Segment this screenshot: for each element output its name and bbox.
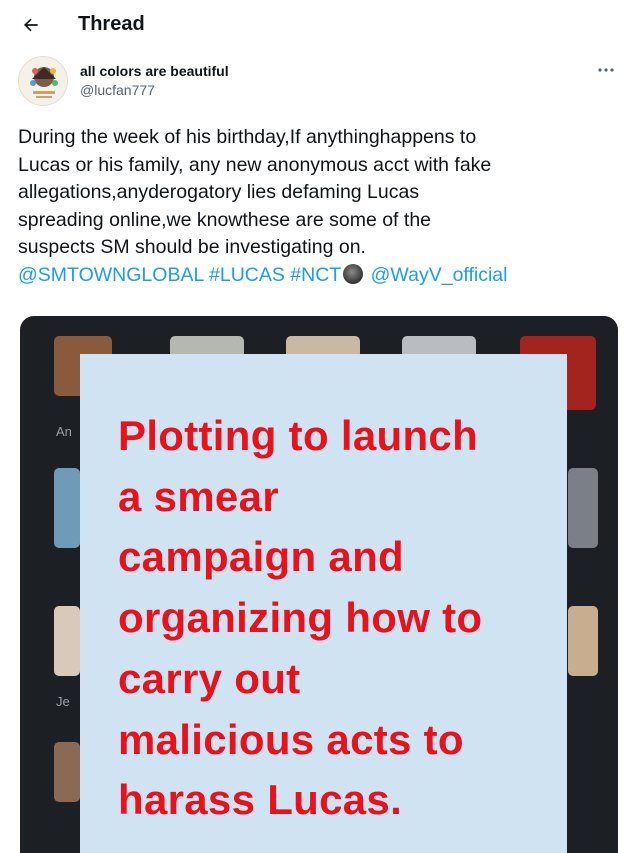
tweet-line: spreading online,we knowthese are some o… xyxy=(18,208,432,231)
hashtag-lucas[interactable]: #LUCAS xyxy=(209,264,285,286)
background-thumbnail xyxy=(54,606,80,676)
tweet-author: all colors are beautiful @lucfan777 xyxy=(18,56,622,110)
tweet-line: During the week of his birthday,If anyth… xyxy=(18,126,477,148)
avatar[interactable] xyxy=(18,56,68,106)
overlay-line: Plotting to launch xyxy=(118,412,479,459)
overlay-line: carry out xyxy=(118,654,301,702)
tweet-text: During the week of his birthday,If anyth… xyxy=(18,124,628,289)
tweet-tags-line: @SMTOWNGLOBAL #LUCAS #NCT @WayV_official xyxy=(18,262,628,290)
mention-smtownglobal[interactable]: @SMTOWNGLOBAL xyxy=(18,264,204,286)
overlay-text: Plotting to launch a smear campaign and … xyxy=(118,406,558,831)
overlay-line: malicious acts to xyxy=(118,715,464,763)
background-thumbnail xyxy=(54,742,80,802)
nct-emoji-icon xyxy=(343,263,364,284)
background-thumbnail xyxy=(54,468,80,548)
page-title: Thread xyxy=(78,13,145,35)
background-thumbnail xyxy=(568,606,598,676)
avatar-image xyxy=(19,57,67,105)
more-options-button[interactable] xyxy=(594,60,618,80)
overlay-line: organizing how to xyxy=(118,594,483,642)
author-display-name[interactable]: all colors are beautiful xyxy=(80,63,229,79)
side-label: An xyxy=(56,424,72,439)
tweet-media[interactable]: An Je Plotting to launch a smear campaig… xyxy=(20,316,618,853)
background-thumbnail xyxy=(568,468,598,548)
thread-header: Thread xyxy=(0,0,640,50)
overlay-line: harass Lucas. xyxy=(118,776,403,824)
side-label: Je xyxy=(56,694,70,709)
more-options-icon xyxy=(598,68,614,72)
back-arrow-icon xyxy=(24,18,38,32)
tweet-line: Lucas or his family, any new anonymous a… xyxy=(18,153,492,176)
hashtag-nct[interactable]: #NCT xyxy=(290,264,341,286)
tweet-line: suspects SM should be investigating on. xyxy=(18,236,366,258)
mention-wayv-official[interactable]: @WayV_official xyxy=(371,264,508,286)
overlay-line: campaign and xyxy=(118,533,404,581)
tweet-line: allegations,anyderogatory lies defaming … xyxy=(18,181,420,203)
overlay-line: a smear xyxy=(118,472,279,520)
overlay-card: Plotting to launch a smear campaign and … xyxy=(80,354,567,853)
author-handle[interactable]: @lucfan777 xyxy=(80,82,155,98)
back-button[interactable] xyxy=(18,12,44,38)
